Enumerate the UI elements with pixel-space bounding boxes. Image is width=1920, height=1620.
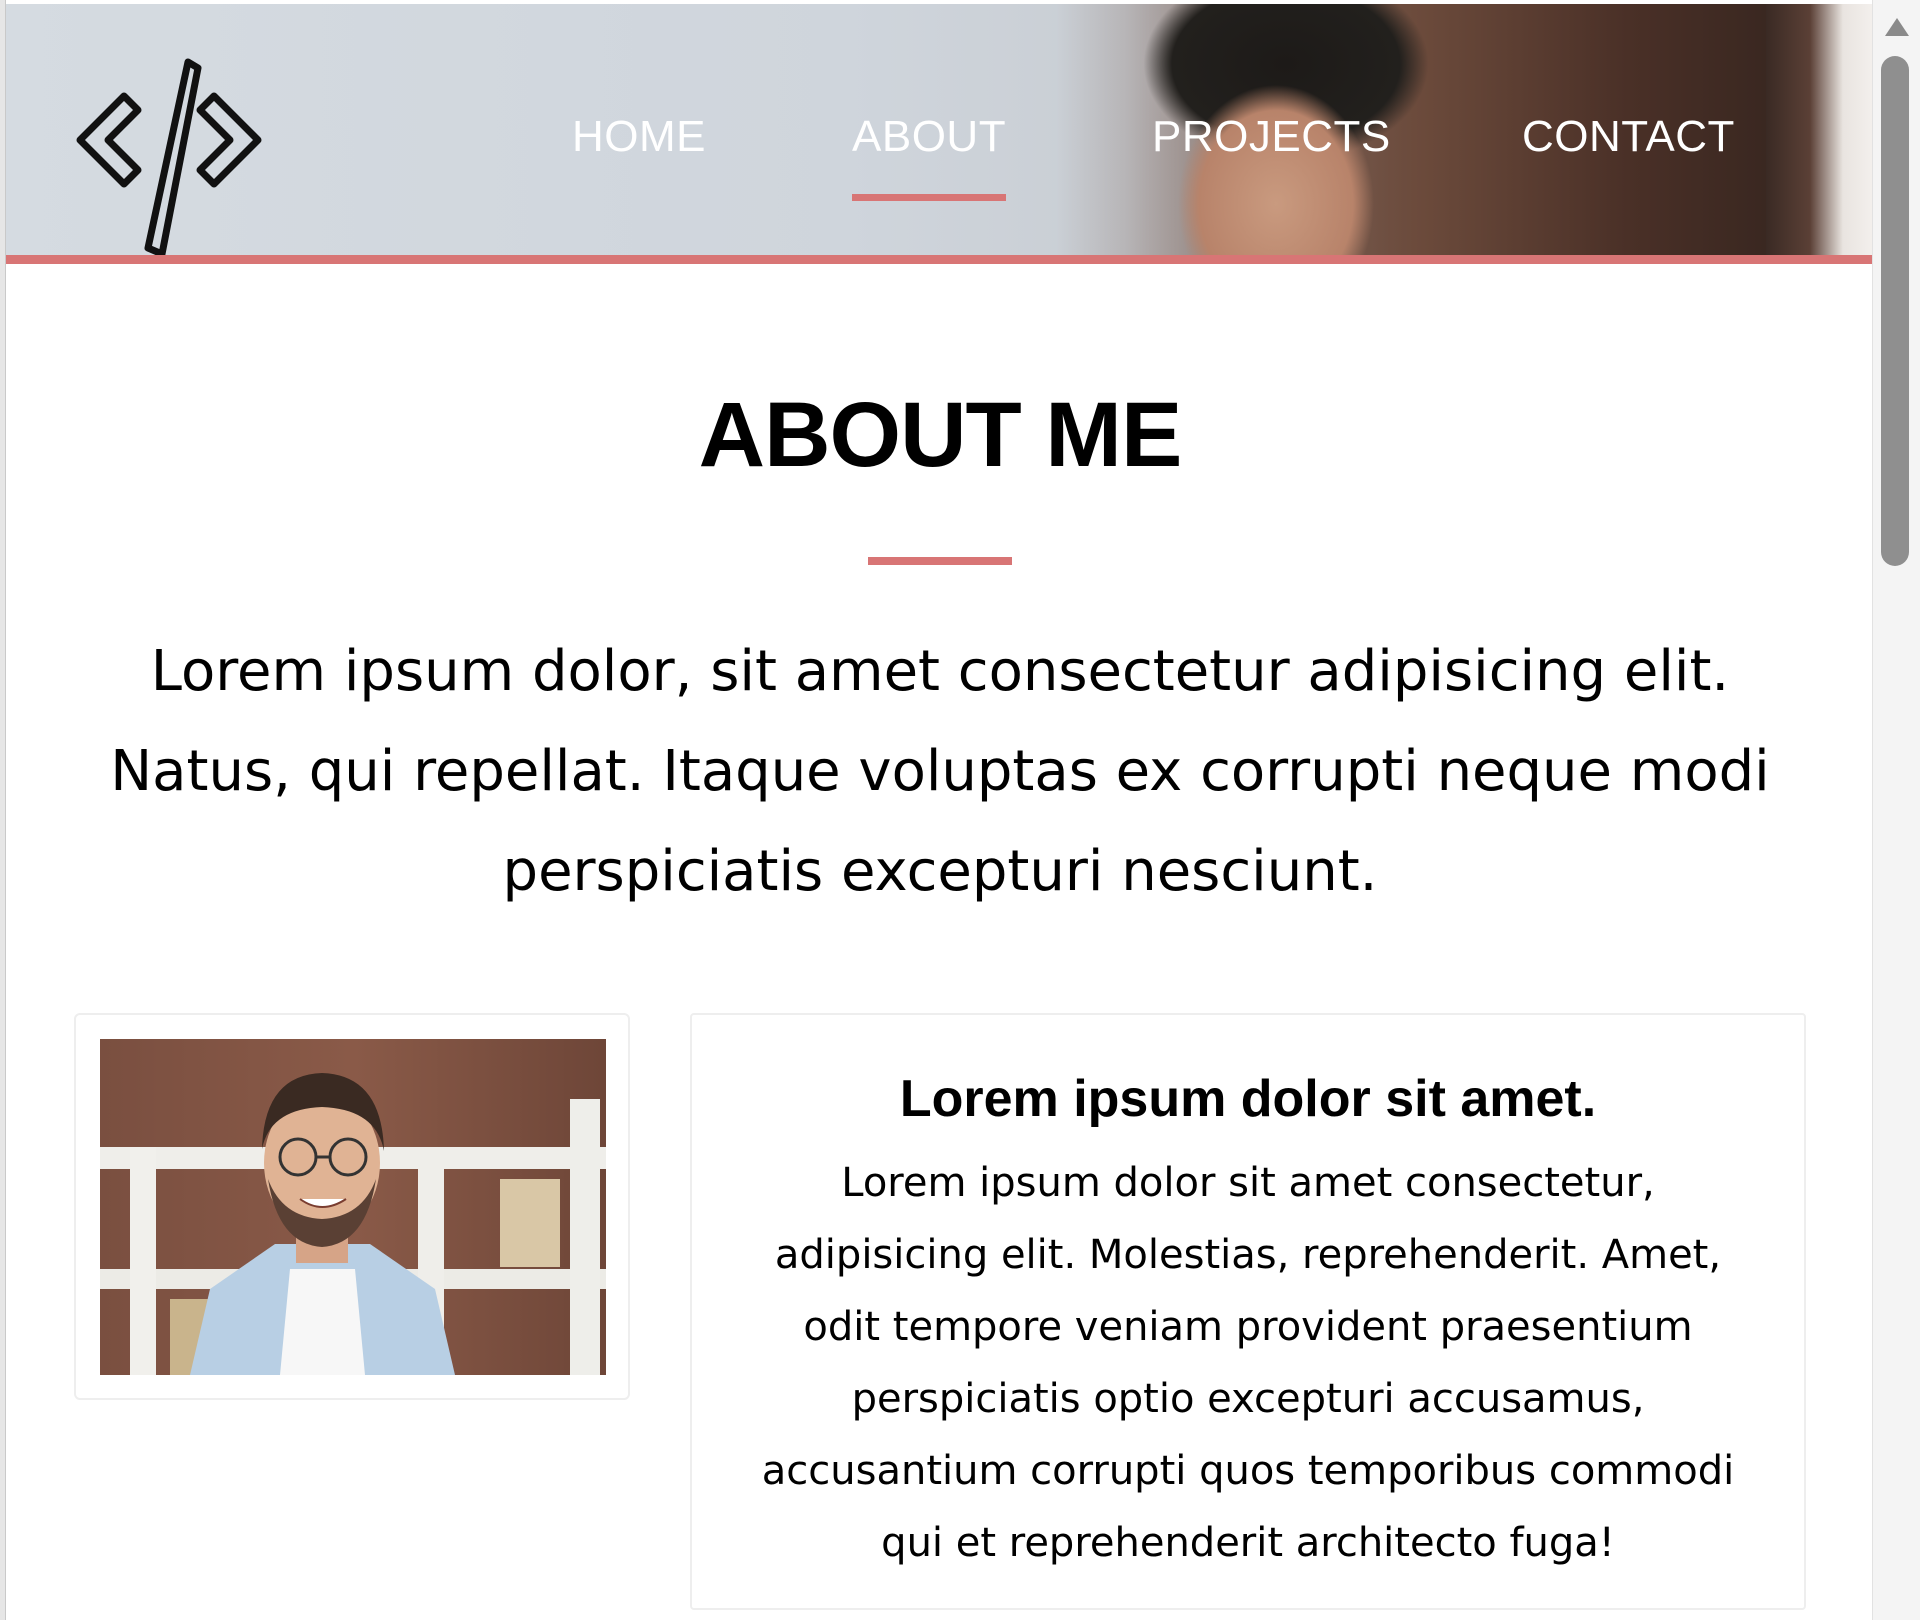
browser-viewport: HOME ABOUT PROJECTS CONTACT ABOUT ME Lor… bbox=[0, 0, 1920, 1620]
vertical-scrollbar[interactable] bbox=[1872, 0, 1920, 1620]
card-heading: Lorem ipsum dolor sit amet. bbox=[899, 1070, 1597, 1128]
title-divider bbox=[868, 557, 1012, 565]
scroll-up-arrow-icon[interactable] bbox=[1885, 18, 1909, 36]
profile-photo-illustration bbox=[100, 1039, 606, 1375]
page-title: ABOUT ME bbox=[698, 384, 1183, 486]
about-text-card: Lorem ipsum dolor sit amet. Lorem ipsum … bbox=[690, 1013, 1806, 1610]
profile-photo bbox=[100, 1039, 606, 1375]
site-header: HOME ABOUT PROJECTS CONTACT bbox=[6, 4, 1872, 264]
profile-photo-card bbox=[74, 1013, 630, 1400]
nav-item-about[interactable]: ABOUT bbox=[852, 112, 1006, 162]
nav-item-contact[interactable]: CONTACT bbox=[1522, 112, 1735, 162]
nav-item-projects[interactable]: PROJECTS bbox=[1152, 112, 1391, 162]
scrollbar-thumb[interactable] bbox=[1881, 56, 1909, 566]
nav-active-underline bbox=[852, 194, 1006, 201]
card-body-text: Lorem ipsum dolor sit amet consectetur, … bbox=[761, 1160, 1735, 1566]
nav-item-home[interactable]: HOME bbox=[572, 112, 706, 162]
main-nav: HOME ABOUT PROJECTS CONTACT bbox=[6, 4, 1872, 255]
about-intro-text: Lorem ipsum dolor, sit amet consectetur … bbox=[110, 639, 1770, 904]
